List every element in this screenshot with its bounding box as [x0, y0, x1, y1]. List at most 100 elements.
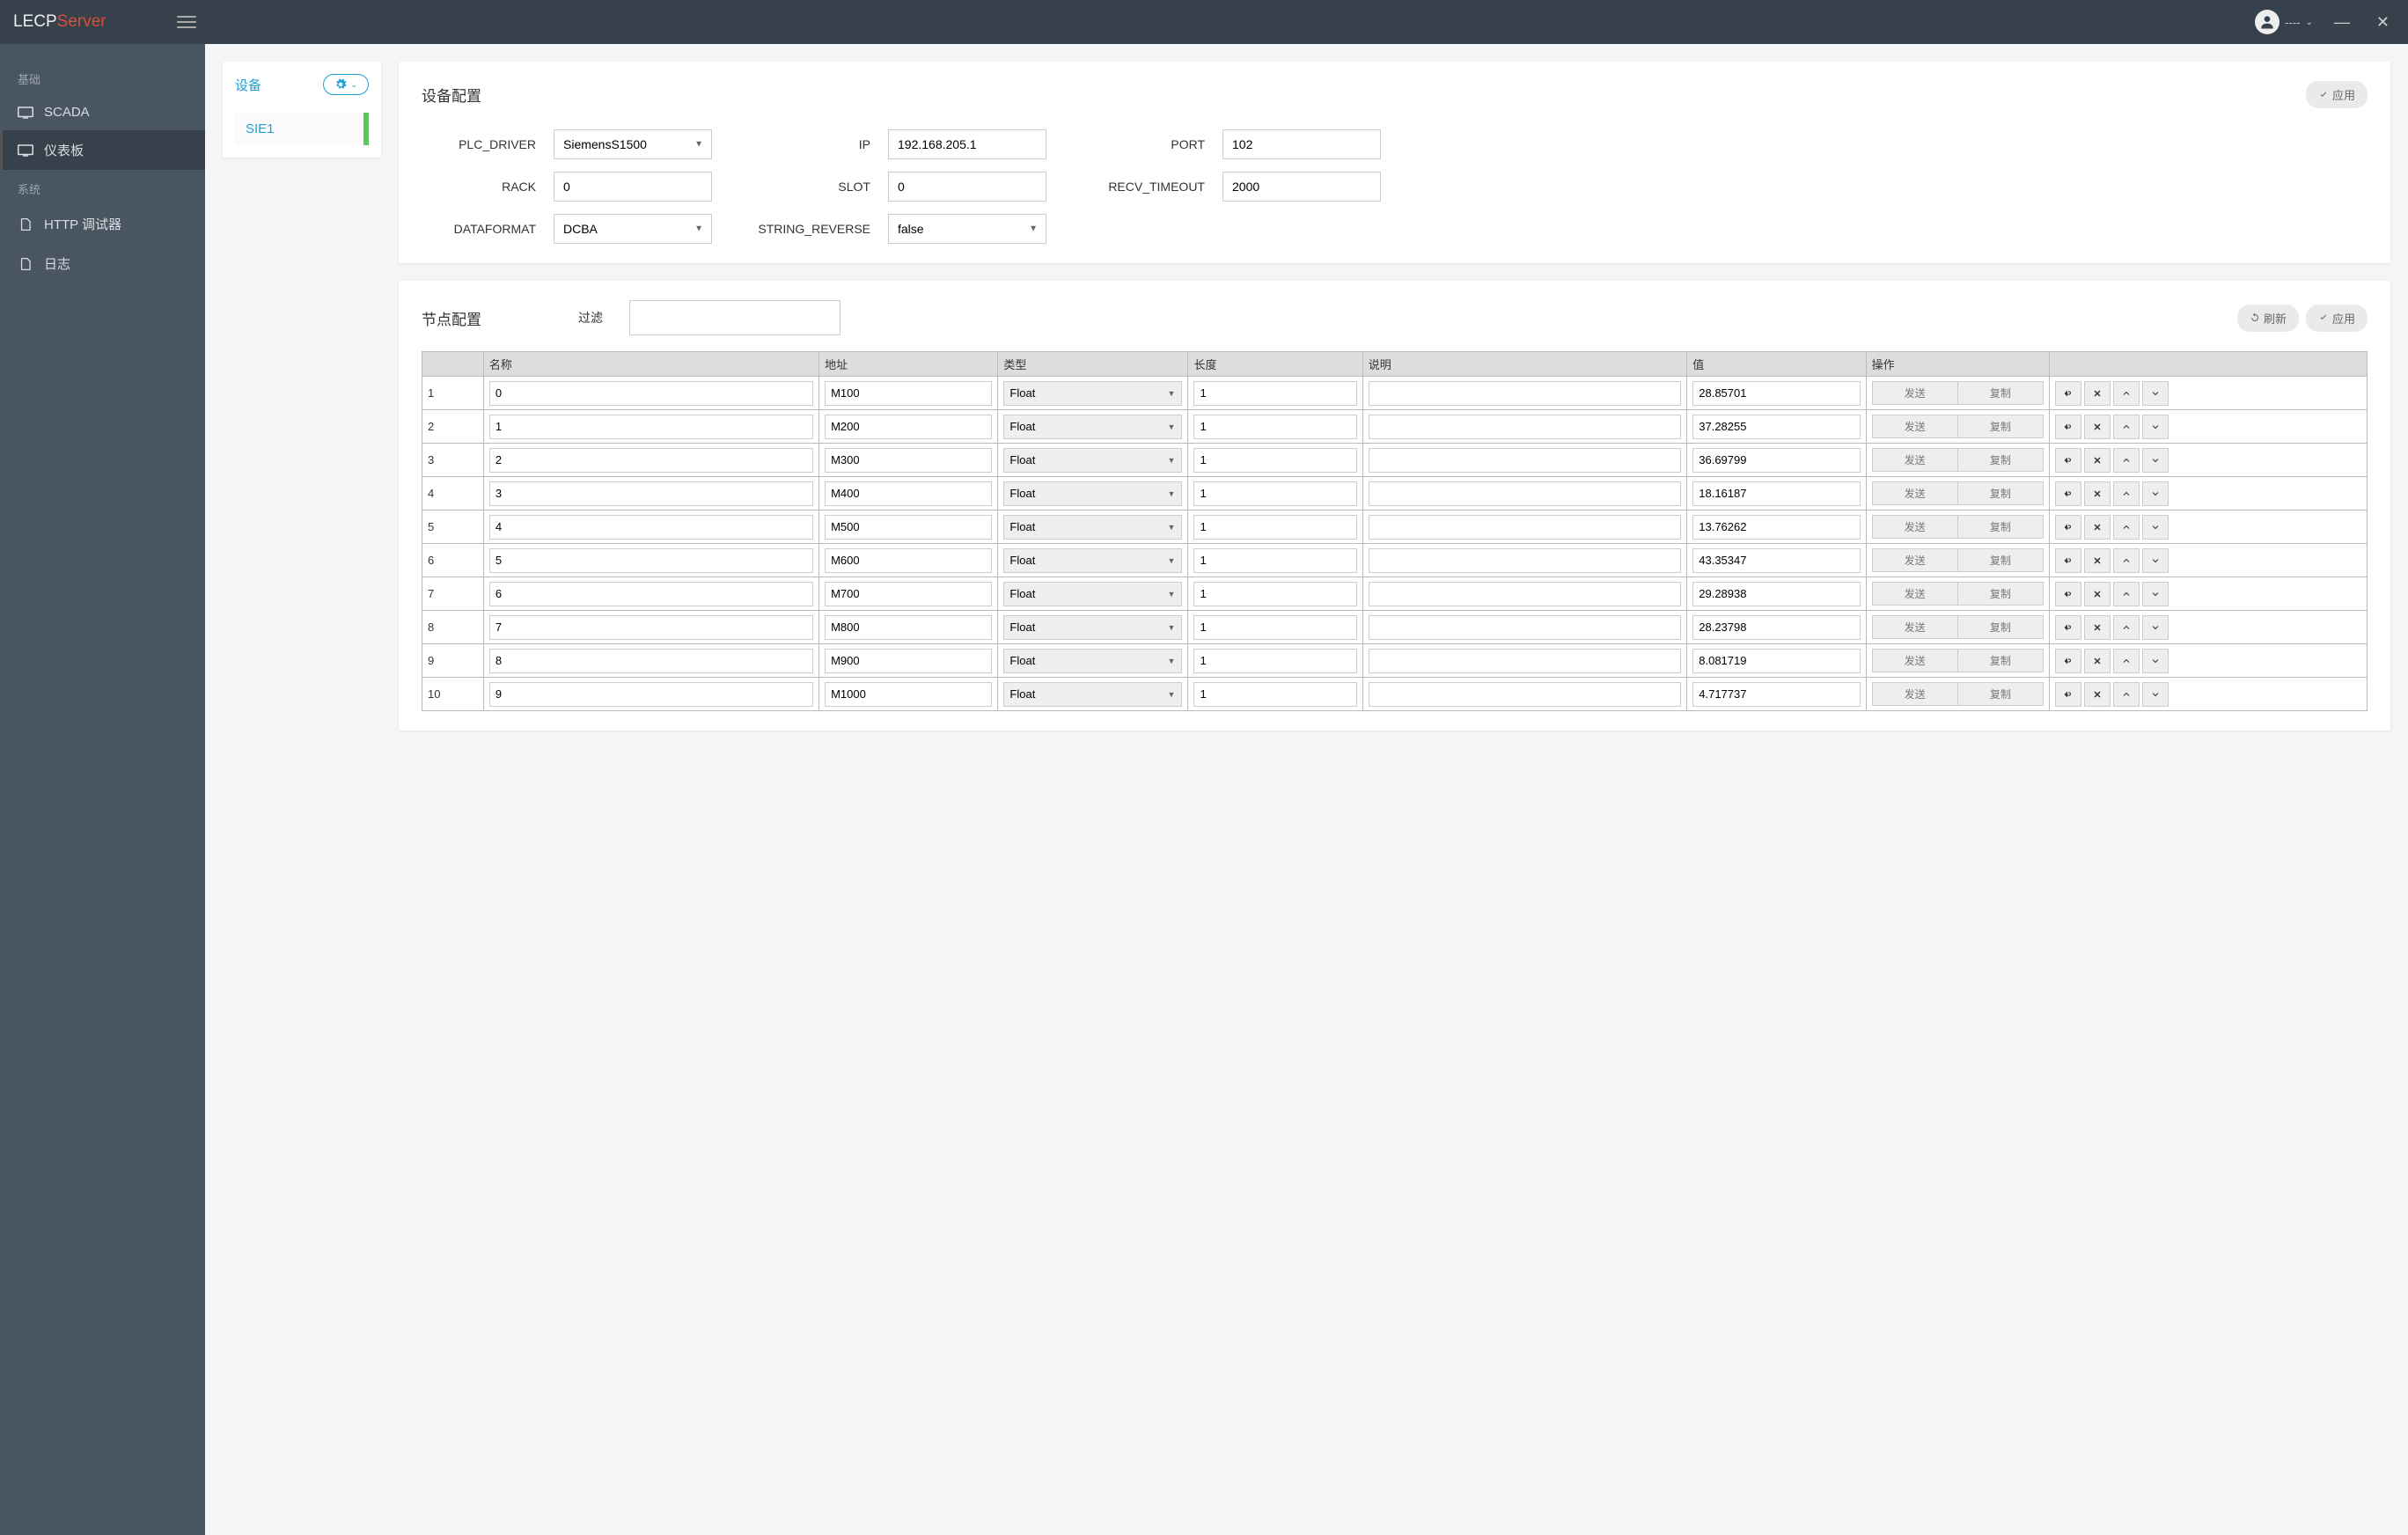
copy-button[interactable]: 复制: [1957, 515, 2044, 539]
undo-button[interactable]: [2055, 448, 2081, 473]
copy-button[interactable]: 复制: [1957, 481, 2044, 505]
node-desc-input[interactable]: [1369, 615, 1682, 640]
send-button[interactable]: 发送: [1872, 415, 1957, 438]
copy-button[interactable]: 复制: [1957, 415, 2044, 438]
move-down-button[interactable]: [2142, 649, 2169, 673]
node-type-select[interactable]: Float: [1003, 548, 1182, 573]
minimize-button[interactable]: —: [2329, 13, 2355, 32]
node-desc-input[interactable]: [1369, 548, 1682, 573]
undo-button[interactable]: [2055, 548, 2081, 573]
node-val-input[interactable]: [1692, 448, 1860, 473]
undo-button[interactable]: [2055, 615, 2081, 640]
device-settings-button[interactable]: ⌄: [323, 74, 369, 95]
move-down-button[interactable]: [2142, 515, 2169, 540]
copy-button[interactable]: 复制: [1957, 448, 2044, 472]
send-button[interactable]: 发送: [1872, 582, 1957, 606]
node-addr-input[interactable]: [825, 649, 992, 673]
input-slot[interactable]: [888, 172, 1046, 202]
refresh-button[interactable]: 刷新: [2237, 305, 2299, 332]
send-button[interactable]: 发送: [1872, 381, 1957, 405]
node-len-input[interactable]: [1193, 448, 1356, 473]
node-desc-input[interactable]: [1369, 649, 1682, 673]
node-name-input[interactable]: [489, 649, 813, 673]
node-len-input[interactable]: [1193, 615, 1356, 640]
node-name-input[interactable]: [489, 682, 813, 707]
select-dataformat[interactable]: DCBA: [554, 214, 712, 244]
node-type-select[interactable]: Float: [1003, 649, 1182, 673]
delete-button[interactable]: [2084, 415, 2111, 439]
input-rack[interactable]: [554, 172, 712, 202]
send-button[interactable]: 发送: [1872, 682, 1957, 706]
copy-button[interactable]: 复制: [1957, 582, 2044, 606]
node-name-input[interactable]: [489, 381, 813, 406]
copy-button[interactable]: 复制: [1957, 682, 2044, 706]
move-up-button[interactable]: [2113, 515, 2140, 540]
node-len-input[interactable]: [1193, 649, 1356, 673]
move-up-button[interactable]: [2113, 481, 2140, 506]
node-val-input[interactable]: [1692, 548, 1860, 573]
move-up-button[interactable]: [2113, 682, 2140, 707]
delete-button[interactable]: [2084, 548, 2111, 573]
device-item[interactable]: SIE1: [235, 113, 369, 145]
send-button[interactable]: 发送: [1872, 615, 1957, 639]
node-desc-input[interactable]: [1369, 515, 1682, 540]
move-down-button[interactable]: [2142, 381, 2169, 406]
input-port[interactable]: [1222, 129, 1381, 159]
apply-nodes-button[interactable]: 应用: [2306, 305, 2368, 332]
sidebar-item-scada[interactable]: SCADA: [0, 94, 205, 130]
undo-button[interactable]: [2055, 381, 2081, 406]
node-type-select[interactable]: Float: [1003, 682, 1182, 707]
node-name-input[interactable]: [489, 448, 813, 473]
move-down-button[interactable]: [2142, 615, 2169, 640]
undo-button[interactable]: [2055, 515, 2081, 540]
node-desc-input[interactable]: [1369, 481, 1682, 506]
copy-button[interactable]: 复制: [1957, 381, 2044, 405]
node-len-input[interactable]: [1193, 548, 1356, 573]
undo-button[interactable]: [2055, 582, 2081, 606]
move-up-button[interactable]: [2113, 381, 2140, 406]
select-string-reverse[interactable]: false: [888, 214, 1046, 244]
node-val-input[interactable]: [1692, 682, 1860, 707]
move-down-button[interactable]: [2142, 415, 2169, 439]
input-recv-timeout[interactable]: [1222, 172, 1381, 202]
undo-button[interactable]: [2055, 682, 2081, 707]
node-val-input[interactable]: [1692, 582, 1860, 606]
node-addr-input[interactable]: [825, 448, 992, 473]
undo-button[interactable]: [2055, 649, 2081, 673]
menu-toggle[interactable]: [177, 12, 196, 32]
delete-button[interactable]: [2084, 649, 2111, 673]
send-button[interactable]: 发送: [1872, 448, 1957, 472]
node-type-select[interactable]: Float: [1003, 448, 1182, 473]
delete-button[interactable]: [2084, 381, 2111, 406]
node-addr-input[interactable]: [825, 381, 992, 406]
node-val-input[interactable]: [1692, 481, 1860, 506]
move-up-button[interactable]: [2113, 448, 2140, 473]
node-addr-input[interactable]: [825, 548, 992, 573]
node-type-select[interactable]: Float: [1003, 615, 1182, 640]
sidebar-item-dashboard[interactable]: 仪表板: [0, 130, 205, 170]
node-addr-input[interactable]: [825, 682, 992, 707]
move-up-button[interactable]: [2113, 415, 2140, 439]
undo-button[interactable]: [2055, 481, 2081, 506]
delete-button[interactable]: [2084, 582, 2111, 606]
node-type-select[interactable]: Float: [1003, 415, 1182, 439]
copy-button[interactable]: 复制: [1957, 548, 2044, 572]
node-name-input[interactable]: [489, 515, 813, 540]
delete-button[interactable]: [2084, 448, 2111, 473]
node-addr-input[interactable]: [825, 615, 992, 640]
delete-button[interactable]: [2084, 515, 2111, 540]
move-down-button[interactable]: [2142, 682, 2169, 707]
node-addr-input[interactable]: [825, 515, 992, 540]
node-addr-input[interactable]: [825, 481, 992, 506]
move-up-button[interactable]: [2113, 615, 2140, 640]
send-button[interactable]: 发送: [1872, 515, 1957, 539]
move-up-button[interactable]: [2113, 548, 2140, 573]
node-name-input[interactable]: [489, 582, 813, 606]
node-len-input[interactable]: [1193, 481, 1356, 506]
node-desc-input[interactable]: [1369, 582, 1682, 606]
send-button[interactable]: 发送: [1872, 649, 1957, 672]
node-len-input[interactable]: [1193, 682, 1356, 707]
node-val-input[interactable]: [1692, 381, 1860, 406]
select-plc-driver[interactable]: SiemensS1500: [554, 129, 712, 159]
send-button[interactable]: 发送: [1872, 481, 1957, 505]
